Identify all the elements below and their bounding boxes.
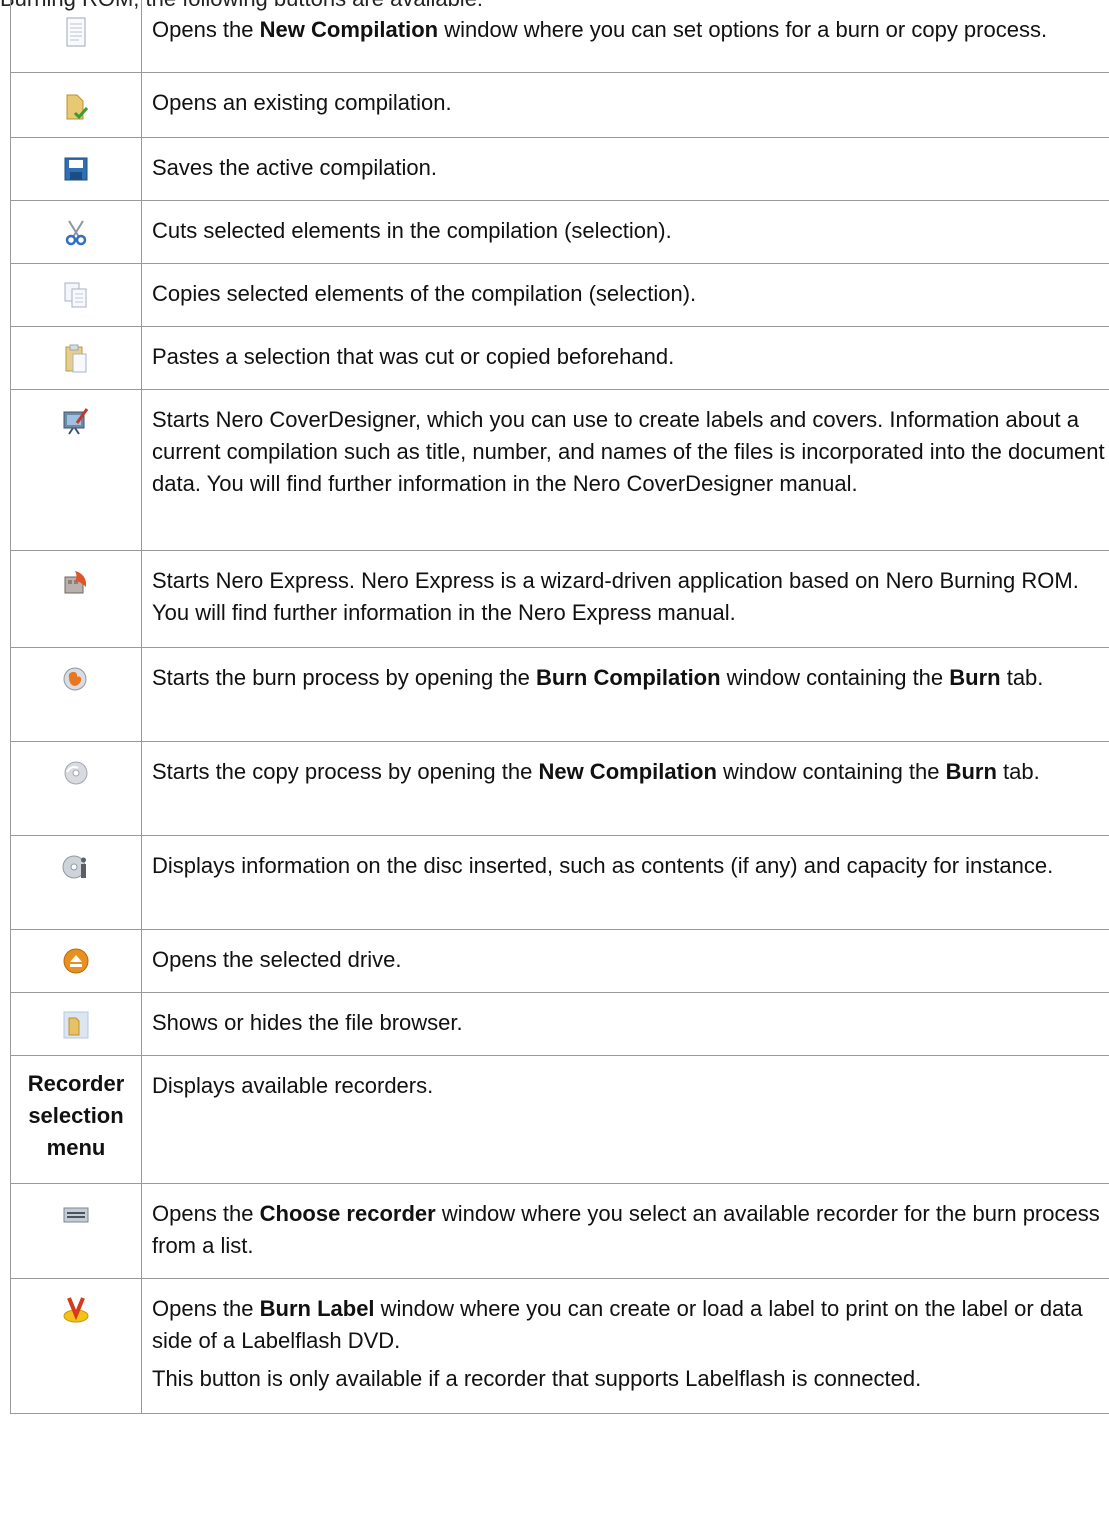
row-description: Starts Nero CoverDesigner, which you can… [152,406,1105,496]
description-cell: Opens the Choose recorder window where y… [141,1182,1109,1279]
table-row: Copies selected elements of the compilat… [10,262,1109,327]
description-cell: Copies selected elements of the compilat… [141,262,1109,327]
icon-cell [10,991,142,1056]
description-cell: Displays information on the disc inserte… [141,834,1109,930]
table-row: Starts Nero Express. Nero Express is a w… [10,549,1109,648]
cover-designer-icon [61,407,91,441]
table-row: Opens the selected drive. [10,928,1109,993]
icon-cell [10,388,142,551]
description-cell: Pastes a selection that was cut or copie… [141,325,1109,390]
description-cell: Opens the Burn Label window where you ca… [141,1277,1109,1414]
icon-cell [10,834,142,930]
description-cell: Starts the burn process by opening the B… [141,646,1109,742]
table-row: Displays information on the disc inserte… [10,834,1109,930]
row-description: Starts Nero Express. Nero Express is a w… [152,567,1079,625]
description-cell: Shows or hides the file browser. [141,991,1109,1056]
description-cell: Starts Nero CoverDesigner, which you can… [141,388,1109,551]
open-compilation-icon [61,94,91,128]
row-description: Opens an existing compilation. [152,89,452,115]
icon-cell [10,325,142,390]
description-cell: Displays available recorders. [141,1054,1109,1184]
row-description: Displays available recorders. [152,1072,434,1098]
nero-express-icon [61,570,91,602]
description-cell: Saves the active compilation. [141,136,1109,201]
description-cell: Cuts selected elements in the compilatio… [141,199,1109,264]
toolbar-buttons-table: Opens the New Compilation window where y… [10,0,1109,1414]
icon-cell [10,199,142,264]
copy-icon [61,282,91,315]
icon-cell [10,740,142,836]
icon-cell [10,928,142,993]
paste-icon [61,344,91,380]
row-description: Displays information on the disc inserte… [152,852,1054,878]
copy-disc-icon [61,761,91,793]
table-row: Recorder selection menu Displays availab… [10,1054,1109,1184]
table-row: Opens an existing compilation. [10,71,1109,138]
icon-cell [10,262,142,327]
table-row: Shows or hides the file browser. [10,991,1109,1056]
row-description: Opens the New Compilation window where y… [152,17,1048,42]
table-row: Opens the Choose recorder window where y… [10,1182,1109,1279]
icon-cell [10,0,142,73]
save-icon [61,157,91,189]
table-row: Opens the Burn Label window where you ca… [10,1277,1109,1414]
new-compilation-icon [61,17,91,55]
row-description: Starts the burn process by opening the B… [152,664,1044,690]
description-cell: Starts Nero Express. Nero Express is a w… [141,549,1109,648]
table-row: Cuts selected elements in the compilatio… [10,199,1109,264]
table-row: Starts the burn process by opening the B… [10,646,1109,742]
icon-cell [10,646,142,742]
file-browser-icon [61,1011,91,1046]
row-description: Saves the active compilation. [152,154,437,180]
row-description: Copies selected elements of the compilat… [152,280,697,306]
description-cell: Starts the copy process by opening the N… [141,740,1109,836]
row-label: Recorder selection menu [10,1054,142,1184]
table-row: Pastes a selection that was cut or copie… [10,325,1109,390]
table-row: Starts Nero CoverDesigner, which you can… [10,388,1109,551]
icon-cell [10,549,142,648]
description-cell: Opens the New Compilation window where y… [141,0,1109,73]
icon-cell [10,136,142,201]
row-description: Opens the Burn Label window where you ca… [152,1295,1083,1353]
burn-label-icon [61,1296,91,1330]
row-description: Pastes a selection that was cut or copie… [152,343,675,369]
icon-cell [10,1277,142,1414]
burn-icon [61,667,91,699]
cut-icon [61,219,91,252]
row-description: Opens the selected drive. [152,946,402,972]
icon-cell [10,71,142,138]
row-description: Opens the Choose recorder window where y… [152,1200,1100,1258]
row-description: Cuts selected elements in the compilatio… [152,217,672,243]
icon-cell [10,1182,142,1279]
table-row: Opens the New Compilation window where y… [10,0,1109,73]
table-row: Starts the copy process by opening the N… [10,740,1109,836]
table-row: Saves the active compilation. [10,136,1109,201]
row-description: Shows or hides the file browser. [152,1009,463,1035]
row-note: This button is only available if a recor… [152,1365,922,1391]
description-cell: Opens the selected drive. [141,928,1109,993]
disc-info-icon [61,855,91,887]
eject-icon [61,948,91,981]
choose-recorder-icon [61,1207,91,1235]
row-description: Starts the copy process by opening the N… [152,758,1040,784]
description-cell: Opens an existing compilation. [141,71,1109,138]
